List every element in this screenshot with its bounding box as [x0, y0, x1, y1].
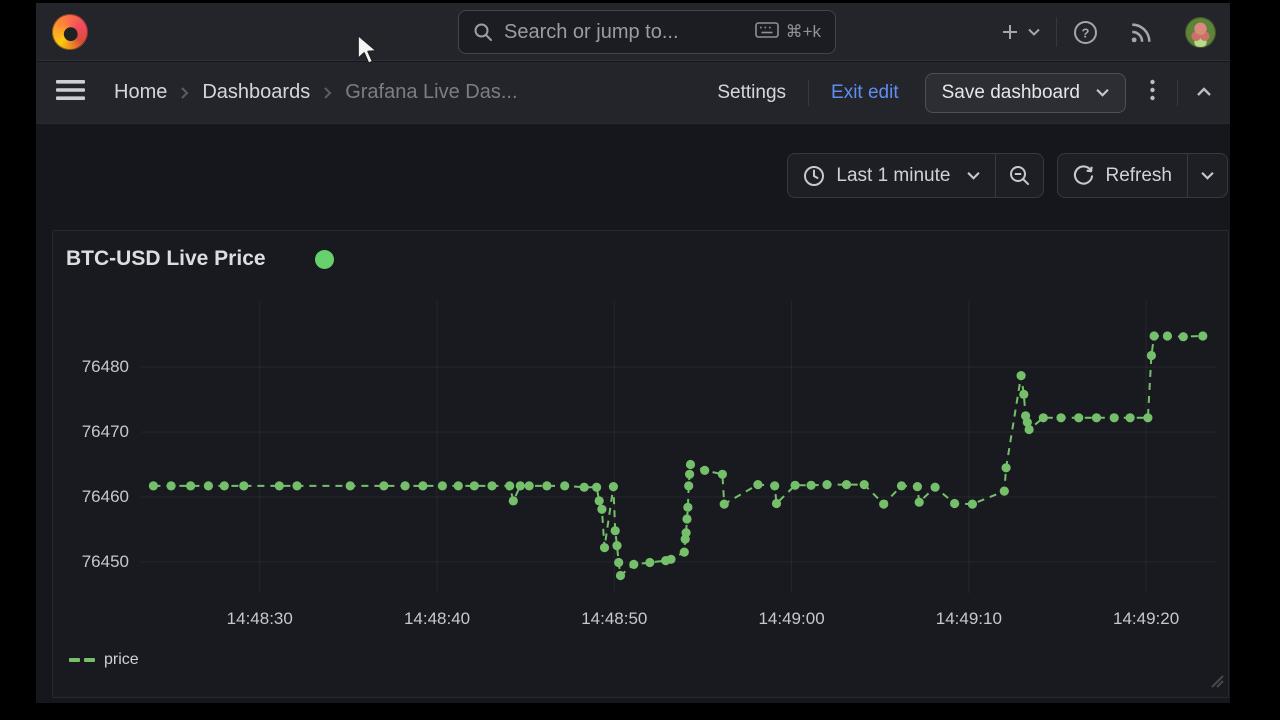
- mouse-cursor: [355, 34, 381, 71]
- more-options-button[interactable]: [1150, 79, 1155, 106]
- panel-title: BTC-USD Live Price: [66, 247, 266, 271]
- breadcrumb-current-dashboard: Grafana Live Das...: [345, 81, 517, 104]
- settings-button[interactable]: Settings: [717, 82, 786, 104]
- breadcrumb-dashboards[interactable]: Dashboards: [202, 81, 310, 104]
- keyboard-icon: [755, 22, 779, 43]
- top-navigation-bar: Search or jump to... ⌘+k ?: [36, 3, 1230, 61]
- chevron-down-icon: [967, 171, 980, 180]
- y-axis-tick-label: 76460: [59, 487, 129, 507]
- collapse-header-button[interactable]: [1196, 84, 1212, 102]
- search-placeholder: Search or jump to...: [504, 21, 755, 44]
- x-axis-tick-label: 14:48:40: [387, 609, 487, 629]
- clock-icon: [803, 165, 825, 187]
- breadcrumb-separator-icon: [323, 86, 332, 100]
- add-new-button[interactable]: [1001, 23, 1040, 41]
- refresh-button[interactable]: Refresh: [1058, 154, 1187, 197]
- news-rss-button[interactable]: [1130, 21, 1153, 44]
- x-axis-tick-label: 14:49:20: [1096, 609, 1196, 629]
- search-input[interactable]: Search or jump to... ⌘+k: [458, 10, 836, 54]
- chevron-down-icon: [1028, 28, 1040, 36]
- legend-label-price[interactable]: price: [104, 651, 139, 669]
- live-streaming-indicator: [315, 250, 334, 269]
- chevron-down-icon: [1096, 88, 1109, 97]
- exit-edit-button[interactable]: Exit edit: [831, 82, 899, 104]
- price-chart: [141, 301, 1217, 593]
- time-controls: Last 1 minute Refresh: [787, 153, 1228, 198]
- breadcrumb-home[interactable]: Home: [114, 81, 167, 104]
- zoom-out-time-button[interactable]: [995, 154, 1043, 197]
- search-icon: [473, 22, 493, 42]
- y-axis-tick-label: 76470: [59, 422, 129, 442]
- divider: [1056, 17, 1057, 47]
- y-axis-tick-label: 76480: [59, 357, 129, 377]
- menu-toggle-button[interactable]: [55, 78, 86, 107]
- series-color-swatch: [69, 658, 95, 662]
- breadcrumb: Home Dashboards Grafana Live Das...: [114, 81, 518, 104]
- x-axis-tick-label: 14:48:50: [564, 609, 664, 629]
- x-axis-tick-label: 14:49:00: [742, 609, 842, 629]
- help-button[interactable]: ?: [1073, 20, 1098, 45]
- user-avatar[interactable]: [1185, 17, 1216, 48]
- divider: [1177, 80, 1178, 106]
- chart-legend: price: [69, 651, 139, 669]
- refresh-icon: [1073, 165, 1094, 186]
- refresh-interval-dropdown[interactable]: [1187, 154, 1227, 197]
- grafana-app: Search or jump to... ⌘+k ?: [36, 3, 1230, 703]
- dashboard-header-bar: Home Dashboards Grafana Live Das... Sett…: [36, 62, 1230, 124]
- panel-resize-handle[interactable]: [1208, 672, 1224, 693]
- x-axis-tick-label: 14:49:10: [919, 609, 1019, 629]
- x-axis-tick-label: 14:48:30: [210, 609, 310, 629]
- screenshot-frame: Search or jump to... ⌘+k ?: [0, 0, 1280, 720]
- divider: [808, 80, 809, 106]
- breadcrumb-separator-icon: [180, 86, 189, 100]
- save-dashboard-button[interactable]: Save dashboard: [925, 73, 1126, 113]
- time-range-picker-button[interactable]: Last 1 minute: [788, 154, 995, 197]
- refresh-label: Refresh: [1105, 165, 1172, 187]
- search-shortcut: ⌘+k: [786, 22, 821, 42]
- y-axis-tick-label: 76450: [59, 552, 129, 572]
- zoom-out-icon: [1009, 165, 1030, 186]
- time-range-label: Last 1 minute: [836, 165, 950, 187]
- grafana-logo-icon[interactable]: [52, 14, 88, 50]
- svg-text:?: ?: [1082, 25, 1090, 40]
- btc-usd-panel[interactable]: BTC-USD Live Price 76450764607647076480 …: [52, 230, 1229, 698]
- chevron-down-icon: [1201, 171, 1214, 180]
